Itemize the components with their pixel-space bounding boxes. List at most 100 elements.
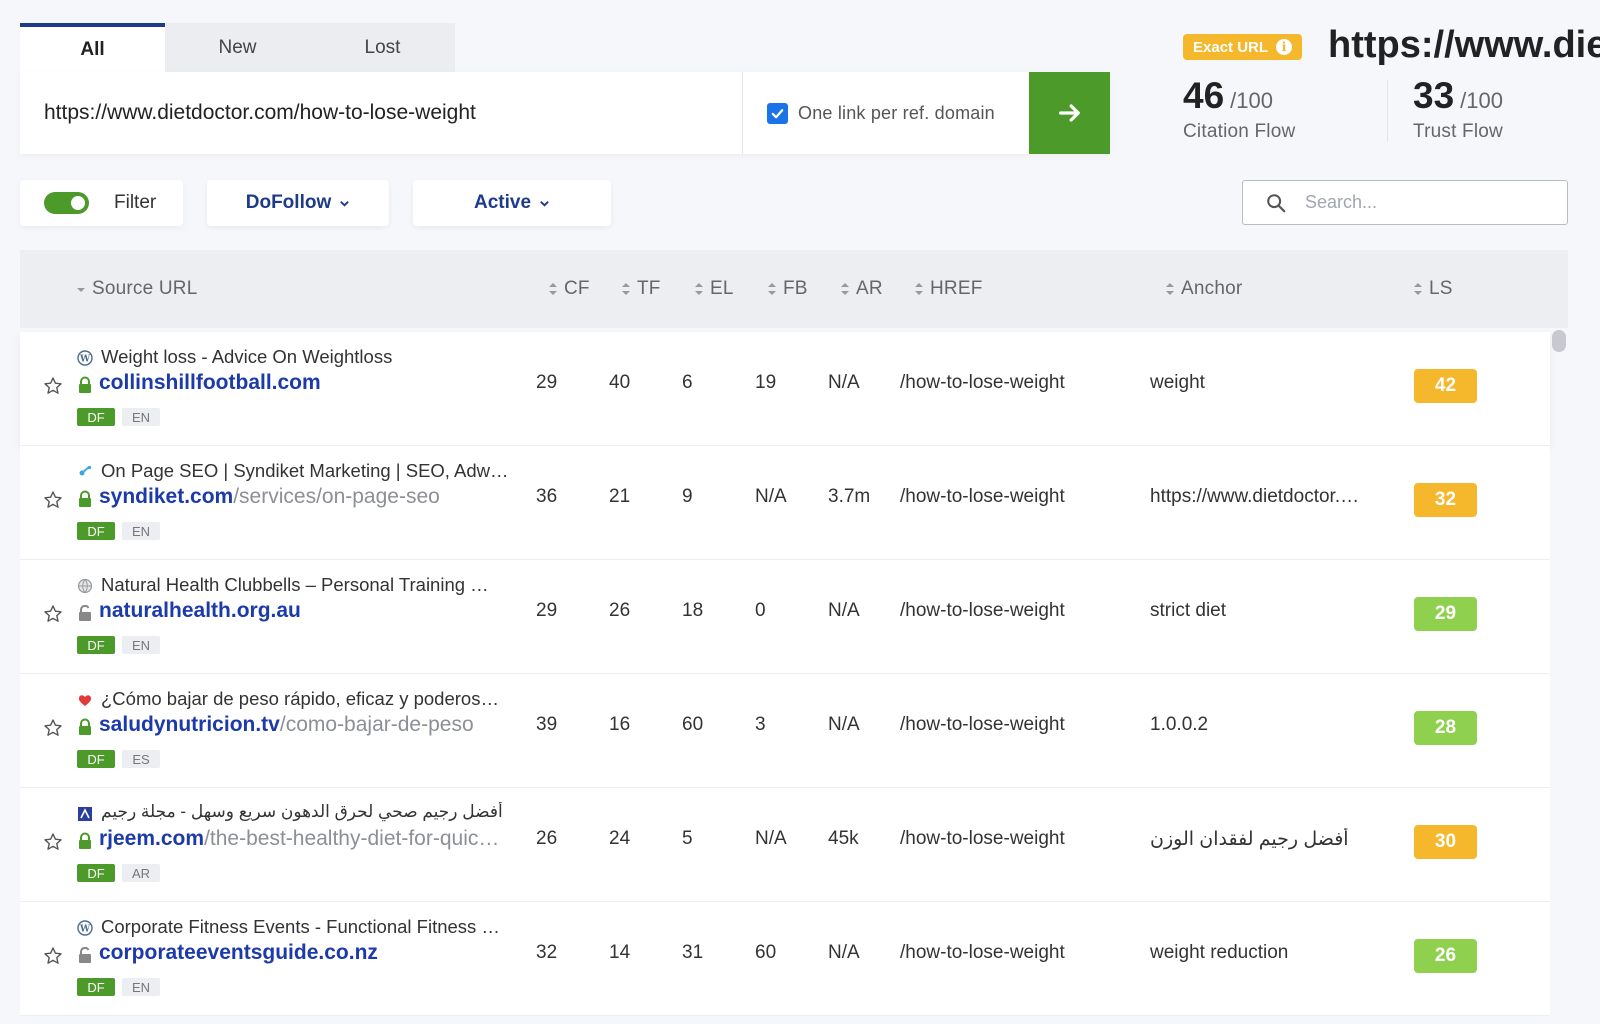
column-cf[interactable]: CF — [548, 250, 590, 328]
dofollow-dropdown[interactable]: DoFollow — [207, 180, 389, 226]
fb-value: 3 — [755, 714, 766, 735]
tab-new[interactable]: New — [165, 23, 310, 72]
ls-badge: 28 — [1414, 711, 1477, 745]
star-icon[interactable] — [43, 718, 63, 738]
column-ar[interactable]: AR — [840, 250, 883, 328]
el-value: 9 — [682, 486, 693, 507]
source-domain: collinshillfootball.com — [99, 371, 321, 394]
page-title: Corporate Fitness Events - Functional Fi… — [101, 916, 500, 937]
target-url: https://www.dietdoctor.com — [1328, 24, 1600, 66]
ls-badge: 42 — [1414, 369, 1477, 403]
source-url-link[interactable]: saludynutricion.tv/como-bajar-de-peso — [99, 713, 474, 737]
url-input[interactable] — [20, 72, 742, 154]
column-label: EL — [710, 278, 734, 299]
source-url-link[interactable]: syndiket.com/services/on-page-seo — [99, 485, 440, 509]
globe-icon — [77, 578, 93, 594]
sort-icon — [1414, 283, 1422, 295]
cf-value: 29 — [536, 372, 558, 393]
one-link-option[interactable]: One link per ref. domain — [743, 102, 1029, 124]
exact-url-badge[interactable]: Exact URL i — [1183, 34, 1303, 60]
href-value: /how-to-lose-weight — [900, 828, 1065, 849]
filter-label: Filter — [114, 192, 157, 213]
scrollbar-thumb[interactable] — [1552, 330, 1566, 352]
ls-badge: 30 — [1414, 825, 1477, 859]
trust-flow-label: Trust Flow — [1413, 121, 1503, 142]
language-tag: EN — [122, 408, 160, 426]
filter-toggle[interactable] — [44, 192, 89, 214]
source-path: /como-bajar-de-peso — [279, 713, 474, 736]
dofollow-tag: DF — [77, 522, 115, 540]
table-row[interactable]: أفضل رجيم صحي لحرق الدهون سريع وسهل - مج… — [20, 788, 1550, 902]
source-url-link[interactable]: naturalhealth.org.au — [99, 599, 301, 623]
el-value: 60 — [682, 714, 704, 735]
anchor-value: https://www.dietdoctor.… — [1150, 486, 1360, 507]
table-row[interactable]: W Weight loss - Advice On Weightloss colli… — [20, 332, 1550, 446]
page-title: Weight loss - Advice On Weightloss — [101, 346, 393, 367]
lock-icon — [77, 376, 93, 394]
language-tag: EN — [122, 522, 160, 540]
dofollow-tag: DF — [77, 750, 115, 768]
one-link-checkbox[interactable] — [767, 102, 788, 124]
column-href[interactable]: HREF — [914, 250, 983, 328]
column-anchor[interactable]: Anchor — [1165, 250, 1242, 328]
dofollow-tag: DF — [77, 408, 115, 426]
search-input[interactable] — [1305, 192, 1545, 213]
citation-flow-stat: 46/100 Citation Flow — [1183, 75, 1295, 143]
column-fb[interactable]: FB — [767, 250, 808, 328]
ar-value: N/A — [828, 600, 860, 621]
ls-badge: 26 — [1414, 939, 1477, 973]
go-button[interactable] — [1029, 72, 1110, 154]
anchor-value: weight reduction — [1150, 942, 1289, 963]
chevron-down-icon — [340, 200, 350, 207]
star-icon[interactable] — [43, 604, 63, 624]
column-tf[interactable]: TF — [621, 250, 661, 328]
star-icon[interactable] — [43, 832, 63, 852]
href-value: /how-to-lose-weight — [900, 942, 1065, 963]
page-title: أفضل رجيم صحي لحرق الدهون سريع وسهل - مج… — [101, 802, 503, 821]
anchor-value: weight — [1150, 372, 1205, 393]
source-url-link[interactable]: rjeem.com/the-best-healthy-diet-for-quic… — [99, 827, 499, 851]
svg-text:W: W — [79, 355, 91, 365]
column-el[interactable]: EL — [694, 250, 734, 328]
ls-badge: 29 — [1414, 597, 1477, 631]
dofollow-label: DoFollow — [245, 192, 332, 213]
source-url-link[interactable]: corporateeventsguide.co.nz — [99, 941, 378, 965]
table-row[interactable]: ¿Cómo bajar de peso rápido, eficaz y pod… — [20, 674, 1550, 788]
source-path: /the-best-healthy-diet-for-quic… — [204, 827, 500, 850]
ar-value: N/A — [828, 714, 860, 735]
tab-lost[interactable]: Lost — [310, 23, 455, 72]
column-label: FB — [783, 278, 808, 299]
el-value: 6 — [682, 372, 693, 393]
tf-value: 40 — [609, 372, 631, 393]
table-header: Source URL CF TF EL FB AR HREF Anchor LS — [20, 250, 1568, 328]
table-row[interactable]: On Page SEO | Syndiket Marketing | SEO, … — [20, 446, 1550, 560]
table-row[interactable]: Natural Health Clubbells – Personal Trai… — [20, 560, 1550, 674]
fb-value: 60 — [755, 942, 777, 963]
cf-value: 32 — [536, 942, 558, 963]
ar-value: N/A — [828, 942, 860, 963]
active-dropdown[interactable]: Active — [413, 180, 611, 226]
el-value: 18 — [682, 600, 704, 621]
fb-value: N/A — [755, 828, 787, 849]
unlock-icon — [77, 946, 93, 964]
anchor-value: strict diet — [1150, 600, 1227, 621]
one-link-label: One link per ref. domain — [798, 102, 995, 123]
star-icon[interactable] — [43, 490, 63, 510]
url-search-bar: One link per ref. domain — [20, 72, 1110, 154]
table-row[interactable]: W Corporate Fitness Events - Functional F… — [20, 902, 1550, 1016]
column-ls[interactable]: LS — [1413, 250, 1453, 328]
tab-all[interactable]: All — [20, 23, 165, 72]
sort-icon — [915, 283, 923, 295]
cf-value: 26 — [536, 828, 558, 849]
tf-value: 24 — [609, 828, 631, 849]
href-value: /how-to-lose-weight — [900, 600, 1065, 621]
star-icon[interactable] — [43, 946, 63, 966]
tab-bar: All New Lost — [20, 23, 455, 72]
source-domain: naturalhealth.org.au — [99, 599, 301, 622]
column-source-url[interactable]: Source URL — [76, 250, 198, 328]
page-title: Natural Health Clubbells – Personal Trai… — [101, 574, 489, 595]
source-url-link[interactable]: collinshillfootball.com — [99, 371, 321, 395]
star-icon[interactable] — [43, 376, 63, 396]
sort-icon — [1166, 283, 1174, 295]
table-body: W Weight loss - Advice On Weightloss colli… — [20, 332, 1550, 1016]
